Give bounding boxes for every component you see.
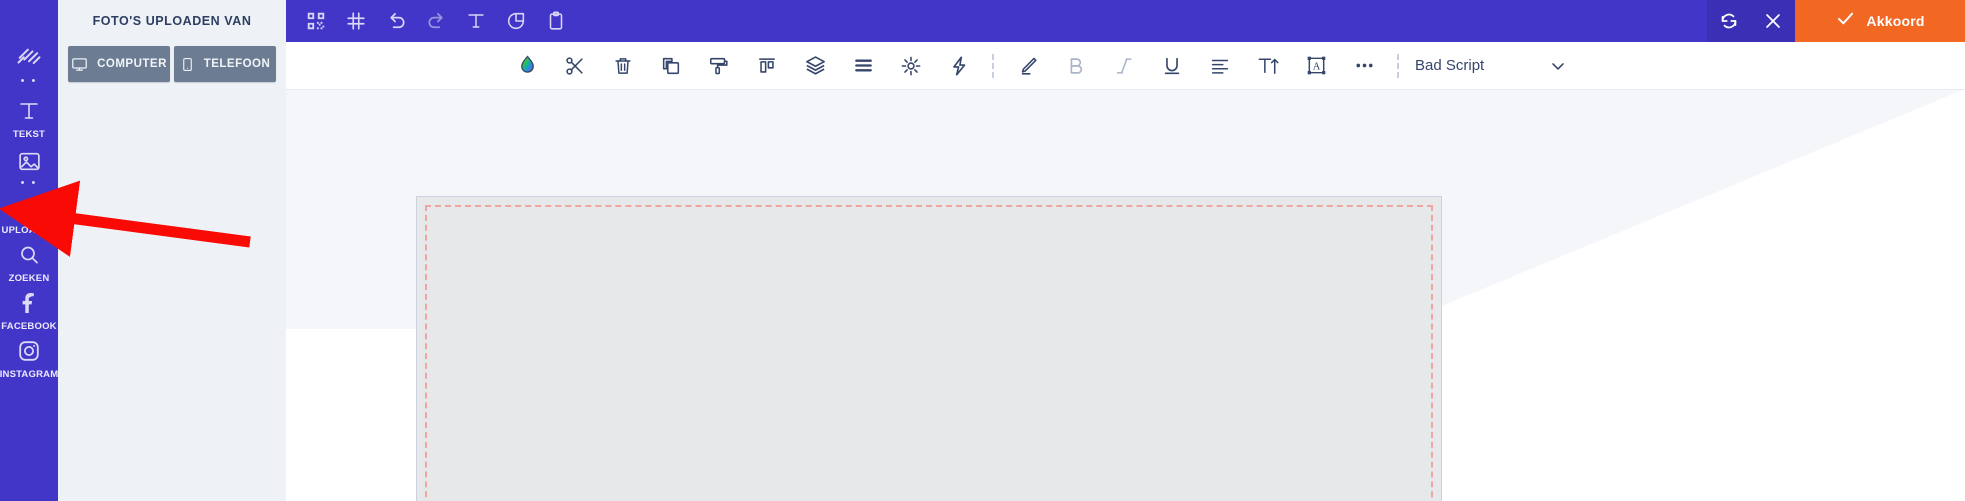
svg-text:A: A xyxy=(1312,62,1320,73)
sidebar-item-uploaden-label: UPLOADEN xyxy=(1,225,57,236)
panel-title: FOTO'S UPLOADEN VAN xyxy=(92,14,252,28)
sidebar-item-facebook[interactable]: FACEBOOK xyxy=(0,288,58,332)
duplicate-icon[interactable] xyxy=(647,42,695,89)
close-icon[interactable] xyxy=(1751,0,1795,42)
sidebar-item-templates-dots: • • xyxy=(20,75,38,87)
trash-icon[interactable] xyxy=(599,42,647,89)
upload-from-phone-label: TELEFOON xyxy=(203,58,271,70)
brightness-icon[interactable] xyxy=(887,42,935,89)
text-size-icon[interactable] xyxy=(1244,42,1292,89)
upload-cloud-icon xyxy=(14,192,44,222)
font-family-selector[interactable]: Bad Script xyxy=(1415,42,1568,89)
instagram-icon xyxy=(14,336,44,366)
facebook-icon xyxy=(14,288,44,318)
top-toolbar: Akkoord xyxy=(286,0,1965,42)
top-toolbar-right-group: Akkoord xyxy=(1707,0,1965,42)
upload-source-buttons: COMPUTER TELEFOON xyxy=(68,46,276,82)
sidebar-item-zoeken[interactable]: ZOEKEN xyxy=(0,240,58,284)
search-icon xyxy=(14,240,44,270)
sidebar-item-facebook-label: FACEBOOK xyxy=(1,321,57,332)
sidebar-item-tekst[interactable]: TEKST xyxy=(0,96,58,140)
element-toolbar-tools: A Bad Script xyxy=(503,42,1568,89)
canva-editor-window: • • TEKST • • UPLOADEN ZOEKEN FACEBOOK I… xyxy=(0,0,1965,501)
menu-lines-icon[interactable] xyxy=(839,42,887,89)
undo-icon[interactable] xyxy=(376,0,416,42)
check-icon xyxy=(1835,8,1856,34)
sidebar-item-uploaden[interactable]: UPLOADEN xyxy=(0,192,58,236)
text-box-icon[interactable]: A xyxy=(1292,42,1340,89)
accept-button-label: Akkoord xyxy=(1866,13,1925,29)
sidebar-item-instagram-label: INSTAGRAM xyxy=(0,369,59,380)
flash-icon[interactable] xyxy=(935,42,983,89)
text-icon[interactable] xyxy=(456,0,496,42)
qr-code-icon[interactable] xyxy=(296,0,336,42)
sidebar-item-tekst-label: TEKST xyxy=(12,129,46,140)
underline-icon[interactable] xyxy=(1148,42,1196,89)
font-family-value: Bad Script xyxy=(1415,57,1485,74)
sidebar-item-zoeken-label: ZOEKEN xyxy=(8,273,50,284)
design-document[interactable] xyxy=(416,196,1442,501)
text-icon xyxy=(14,96,44,126)
clipboard-icon[interactable] xyxy=(536,0,576,42)
align-left-icon[interactable] xyxy=(1196,42,1244,89)
layers-icon[interactable] xyxy=(791,42,839,89)
upload-panel: FOTO'S UPLOADEN VAN COMPUTER TELEFOON xyxy=(58,0,286,501)
align-top-icon[interactable] xyxy=(743,42,791,89)
upload-from-phone-button[interactable]: TELEFOON xyxy=(174,46,276,82)
sidebar-item-templates[interactable]: • • xyxy=(0,40,58,88)
refresh-icon[interactable] xyxy=(1707,0,1751,42)
pencil-icon[interactable] xyxy=(1004,42,1052,89)
top-toolbar-left-group xyxy=(286,0,576,42)
phone-icon xyxy=(180,56,195,73)
design-canvas-area[interactable] xyxy=(286,89,1965,501)
bold-icon[interactable] xyxy=(1052,42,1100,89)
upload-panel-header: FOTO'S UPLOADEN VAN xyxy=(58,0,286,42)
more-options-icon[interactable] xyxy=(1340,42,1388,89)
left-icon-rail: • • TEKST • • UPLOADEN ZOEKEN FACEBOOK I… xyxy=(0,0,58,501)
chevron-down-icon xyxy=(1548,56,1568,76)
monitor-icon xyxy=(71,56,88,73)
paint-roller-icon[interactable] xyxy=(695,42,743,89)
upload-from-computer-label: COMPUTER xyxy=(97,58,167,70)
italic-icon[interactable] xyxy=(1100,42,1148,89)
sidebar-item-instagram[interactable]: INSTAGRAM xyxy=(0,336,58,380)
element-toolbar: A Bad Script xyxy=(286,42,1965,90)
redo-icon[interactable] xyxy=(416,0,456,42)
shape-icon[interactable] xyxy=(496,0,536,42)
image-icon xyxy=(14,146,44,176)
templates-icon xyxy=(14,44,44,74)
toolbar-separator-2 xyxy=(1397,53,1400,78)
design-safe-area-guide xyxy=(425,205,1433,501)
upload-from-computer-button[interactable]: COMPUTER xyxy=(68,46,170,82)
color-drop-icon[interactable] xyxy=(503,42,551,89)
sidebar-item-afbeeldingen[interactable]: • • xyxy=(0,144,58,189)
scissors-icon[interactable] xyxy=(551,42,599,89)
sidebar-item-afbeeldingen-dots: • • xyxy=(20,177,38,189)
toolbar-separator-1 xyxy=(992,53,995,78)
accept-button[interactable]: Akkoord xyxy=(1795,0,1965,42)
grid-icon[interactable] xyxy=(336,0,376,42)
